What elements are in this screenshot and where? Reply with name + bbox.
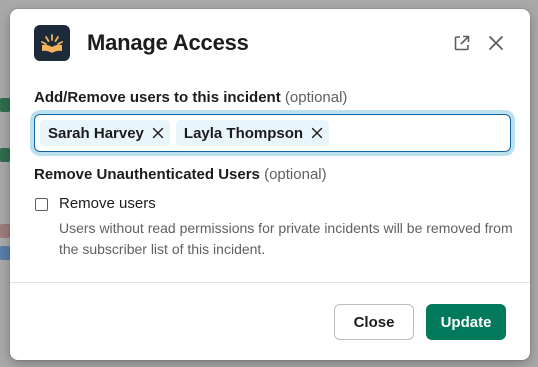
remove-users-help-text: Users without read permissions for priva… bbox=[59, 220, 513, 257]
remove-user-button[interactable] bbox=[311, 127, 323, 139]
unauth-section-label-text: Remove Unauthenticated Users bbox=[34, 166, 260, 183]
open-book-icon bbox=[41, 34, 63, 53]
optional-hint: (optional) bbox=[284, 89, 348, 106]
users-field-label-text: Add/Remove users to this incident bbox=[34, 89, 281, 106]
user-chip-label: Sarah Harvey bbox=[48, 124, 144, 142]
remove-user-button[interactable] bbox=[152, 127, 164, 139]
user-chip: Layla Thompson bbox=[175, 120, 330, 146]
user-chip-label: Layla Thompson bbox=[183, 124, 304, 142]
footer-divider bbox=[10, 282, 530, 283]
manage-access-dialog: Manage Access Add/Remove users to this i… bbox=[10, 9, 530, 360]
dialog-header: Manage Access bbox=[10, 9, 530, 79]
close-icon bbox=[152, 127, 164, 139]
background-strip bbox=[0, 246, 10, 260]
popout-button[interactable] bbox=[451, 32, 473, 54]
external-link-icon bbox=[454, 35, 470, 51]
close-icon bbox=[489, 36, 503, 50]
close-button[interactable]: Close bbox=[334, 304, 414, 340]
users-multiselect-input[interactable]: Sarah Harvey Layla Thompson bbox=[34, 114, 511, 152]
background-strip bbox=[0, 98, 10, 112]
close-dialog-button[interactable] bbox=[485, 32, 507, 54]
optional-hint: (optional) bbox=[264, 166, 327, 183]
app-logo bbox=[34, 25, 70, 61]
close-icon bbox=[311, 127, 323, 139]
remove-users-checkbox[interactable] bbox=[35, 198, 48, 211]
users-field-label: Add/Remove users to this incident (optio… bbox=[34, 89, 347, 106]
unauth-section-label: Remove Unauthenticated Users (optional) bbox=[34, 166, 327, 183]
remove-users-checkbox-label[interactable]: Remove users bbox=[59, 195, 156, 212]
background-strip bbox=[0, 224, 10, 238]
dialog-title: Manage Access bbox=[87, 30, 249, 55]
user-chip: Sarah Harvey bbox=[40, 120, 170, 146]
background-strip bbox=[0, 148, 10, 162]
update-button[interactable]: Update bbox=[426, 304, 506, 340]
